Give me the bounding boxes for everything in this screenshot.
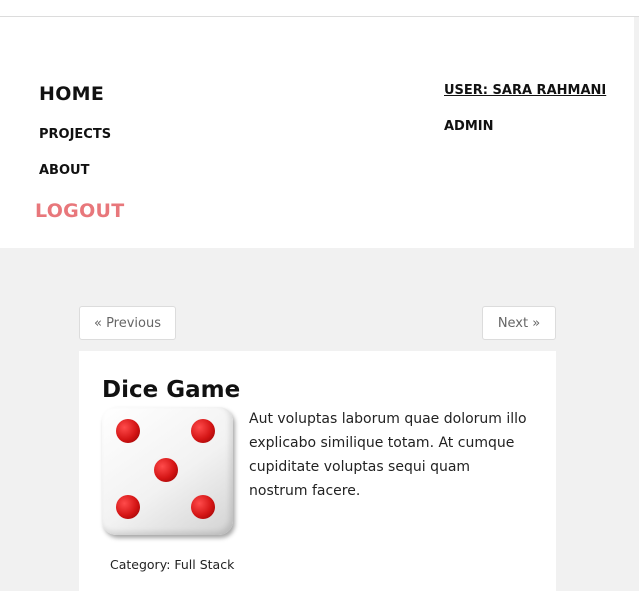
next-button[interactable]: Next » (482, 306, 556, 340)
dice-pip (191, 495, 215, 519)
nav-home-link[interactable]: HOME (39, 83, 104, 105)
nav-projects-link[interactable]: PROJECTS (39, 127, 111, 142)
dice-pip (191, 419, 215, 443)
nav-logout-link[interactable]: LOGOUT (35, 200, 125, 222)
project-card: Dice Game Aut voluptas laborum quae dolo… (79, 351, 556, 591)
dice-pip (116, 495, 140, 519)
nav-user-link[interactable]: USER: SARA RAHMANI (444, 83, 606, 98)
dice-pip (116, 419, 140, 443)
navbar: HOME PROJECTS ABOUT LOGOUT USER: SARA RA… (0, 17, 634, 248)
project-description: Aut voluptas laborum quae dolorum illo e… (249, 411, 527, 499)
dice-pip (154, 458, 178, 482)
previous-button[interactable]: « Previous (79, 306, 176, 340)
top-strip (0, 0, 639, 17)
nav-about-link[interactable]: ABOUT (39, 163, 89, 178)
nav-admin-link[interactable]: ADMIN (444, 119, 494, 134)
project-title: Dice Game (102, 377, 241, 403)
dice-image (102, 407, 233, 535)
project-category: Category: Full Stack (110, 557, 235, 572)
